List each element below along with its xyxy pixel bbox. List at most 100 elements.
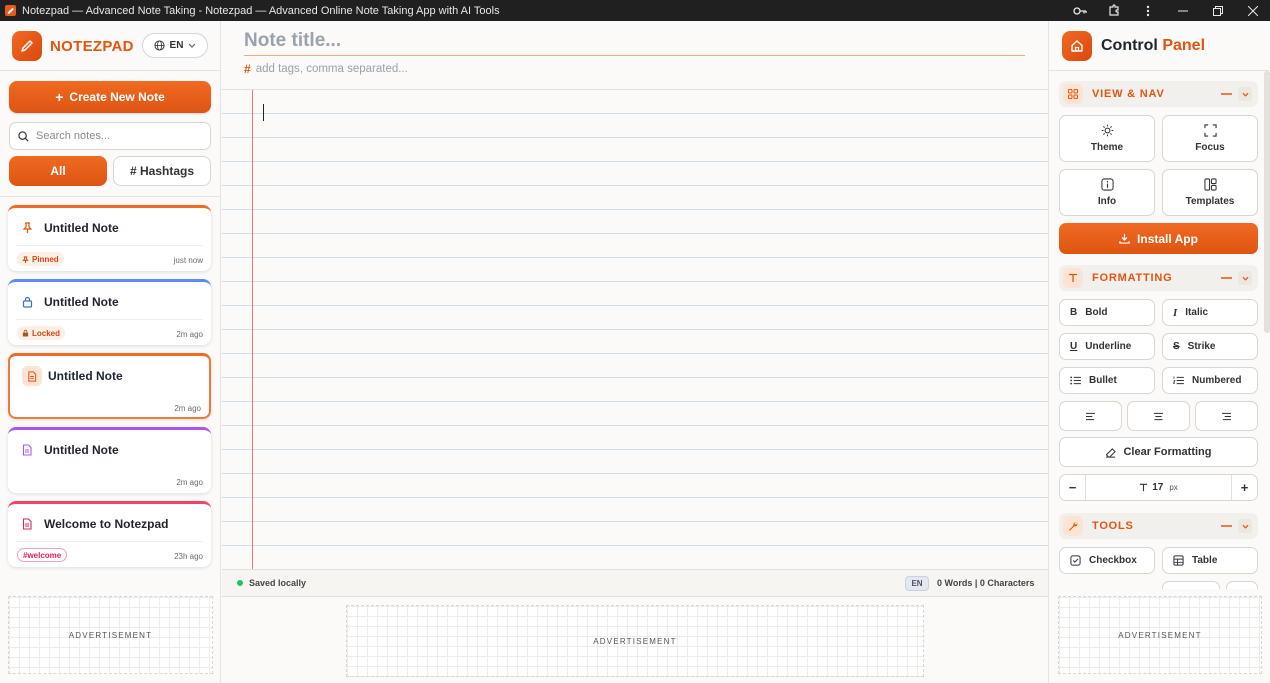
numbered-label: Numbered (1192, 375, 1242, 386)
key-icon[interactable] (1063, 0, 1097, 21)
pencil-logo-icon (12, 31, 42, 61)
search-icon (18, 130, 29, 142)
tool-button-partial[interactable] (1162, 581, 1220, 589)
search-input[interactable] (36, 130, 196, 142)
note-title: Welcome to Notezpad (44, 517, 169, 531)
filter-hashtags-button[interactable]: # Hashtags (113, 156, 211, 186)
tool-button-partial[interactable] (1226, 581, 1258, 589)
note-card[interactable]: Untitled Note Pinned just now (8, 205, 211, 271)
underline-label: Underline (1085, 341, 1132, 352)
install-app-button[interactable]: Install App (1059, 223, 1258, 254)
font-size-value: 17 px (1086, 475, 1231, 500)
bold-icon: B (1070, 307, 1078, 318)
theme-button[interactable]: Theme (1059, 115, 1155, 162)
underline-icon: U (1070, 341, 1078, 352)
section-view-nav[interactable]: VIEW & NAV (1059, 81, 1258, 107)
collapse-dash-icon (1221, 93, 1232, 95)
section-label: TOOLS (1092, 520, 1134, 532)
chevron-down-icon[interactable] (1238, 271, 1252, 285)
info-label: Info (1097, 196, 1117, 207)
more-options-icon[interactable] (1131, 0, 1165, 21)
hashtag-badge[interactable]: #welcome (17, 548, 68, 562)
italic-label: Italic (1185, 307, 1209, 318)
window-title: Notezpad — Advanced Note Taking - Notezp… (22, 4, 500, 17)
notes-sidebar: NOTEZPAD EN + Create New Note All # Hash… (0, 21, 221, 683)
note-title: Untitled Note (48, 369, 123, 383)
title-part-1: Control (1101, 37, 1158, 54)
restore-button[interactable] (1200, 0, 1235, 21)
minimize-button[interactable] (1165, 0, 1200, 21)
underline-button[interactable]: U Underline (1059, 333, 1155, 360)
install-app-label: Install App (1137, 231, 1198, 246)
divider (1049, 70, 1270, 71)
note-title-field[interactable] (244, 28, 1025, 56)
section-formatting[interactable]: FORMATTING (1059, 265, 1258, 291)
strike-button[interactable]: S Strike (1162, 333, 1258, 360)
table-button[interactable]: Table (1162, 547, 1258, 574)
note-card-active[interactable]: Untitled Note 2m ago (8, 353, 211, 419)
language-selector[interactable]: EN (142, 33, 208, 58)
collapse-dash-icon (1221, 525, 1232, 527)
document-icon (22, 366, 42, 386)
info-button[interactable]: Info (1059, 169, 1155, 216)
search-box[interactable] (9, 122, 211, 150)
divider (16, 319, 203, 320)
collapse-dash-icon (1221, 277, 1232, 279)
brand: NOTEZPAD (12, 31, 134, 61)
align-right-button[interactable] (1195, 401, 1258, 431)
section-label: VIEW & NAV (1092, 88, 1165, 100)
font-size-decrease-button[interactable]: − (1060, 475, 1086, 500)
clear-formatting-button[interactable]: Clear Formatting (1059, 437, 1258, 467)
font-size-unit: px (1169, 483, 1178, 492)
create-note-button[interactable]: + Create New Note (9, 81, 211, 113)
language-badge: EN (905, 576, 929, 591)
align-center-icon (1153, 412, 1164, 421)
note-card[interactable]: Welcome to Notezpad #welcome 23h ago (8, 501, 211, 567)
grid-icon (1063, 84, 1083, 104)
strike-label: Strike (1187, 341, 1216, 352)
italic-icon: I (1173, 306, 1178, 319)
templates-label: Templates (1185, 196, 1235, 207)
pinned-badge: Pinned (17, 252, 64, 266)
checkbox-button[interactable]: Checkbox (1059, 547, 1155, 574)
numbered-list-icon (1173, 376, 1184, 385)
note-title: Untitled Note (44, 295, 119, 309)
tags-input[interactable] (255, 63, 556, 75)
panel-scrollbar[interactable] (1264, 71, 1270, 333)
bold-button[interactable]: B Bold (1059, 299, 1155, 326)
font-size-number: 17 (1152, 482, 1164, 493)
fullscreen-icon (1203, 124, 1217, 137)
filter-all-button[interactable]: All (9, 156, 107, 186)
tags-field[interactable]: # (244, 62, 556, 76)
note-title: Untitled Note (44, 221, 119, 235)
checkbox-label: Checkbox (1089, 555, 1137, 566)
align-center-button[interactable] (1127, 401, 1190, 431)
font-size-increase-button[interactable]: + (1231, 475, 1257, 500)
extensions-icon[interactable] (1097, 0, 1131, 21)
numbered-list-button[interactable]: Numbered (1162, 367, 1258, 394)
italic-button[interactable]: I Italic (1162, 299, 1258, 326)
control-panel-header: Control Panel (1062, 31, 1205, 61)
note-body-editor[interactable] (222, 89, 1048, 570)
bold-label: Bold (1085, 307, 1108, 318)
editor-area: # Saved locally EN 0 Words | 0 Character… (222, 21, 1048, 683)
note-title-input[interactable] (244, 28, 1025, 54)
status-bar: Saved locally EN 0 Words | 0 Characters (222, 569, 1048, 597)
bullet-list-button[interactable]: Bullet (1059, 367, 1155, 394)
section-tools[interactable]: TOOLS (1059, 513, 1258, 539)
chevron-down-icon[interactable] (1238, 87, 1252, 101)
templates-button[interactable]: Templates (1162, 169, 1258, 216)
close-button[interactable] (1235, 0, 1270, 21)
divider (16, 245, 203, 246)
note-card[interactable]: Untitled Note 2m ago (8, 427, 211, 493)
globe-icon (154, 40, 165, 51)
align-right-icon (1221, 412, 1232, 421)
note-card[interactable]: Untitled Note Locked 2m ago (8, 279, 211, 345)
word-character-count: 0 Words | 0 Characters (937, 578, 1035, 588)
focus-button[interactable]: Focus (1162, 115, 1258, 162)
divider (16, 541, 203, 542)
home-icon[interactable] (1062, 31, 1092, 61)
chevron-down-icon (188, 43, 196, 48)
chevron-down-icon[interactable] (1238, 519, 1252, 533)
align-left-button[interactable] (1059, 401, 1122, 431)
